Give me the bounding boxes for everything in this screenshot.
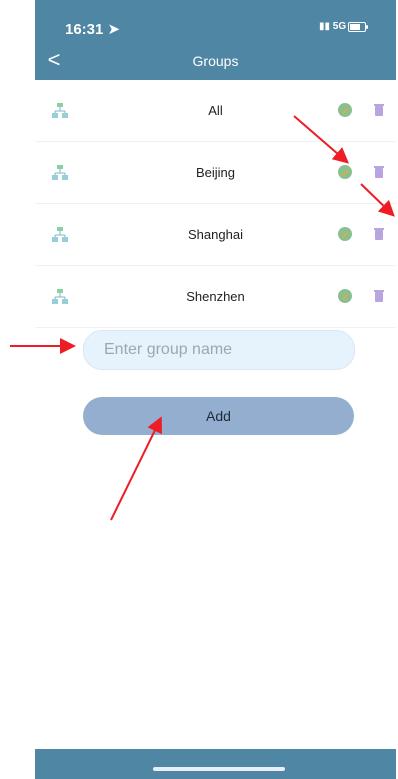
group-row-beijing[interactable]: Beijing [35, 142, 396, 204]
group-name-input[interactable] [84, 331, 354, 369]
status-time-text: 16:31 [65, 21, 104, 38]
edit-icon[interactable] [337, 102, 353, 118]
add-group-button[interactable]: Add [83, 397, 354, 435]
edit-icon[interactable] [337, 164, 353, 180]
page-title: Groups [192, 53, 239, 69]
signal-icon: ▮▮ [319, 21, 331, 32]
trash-icon[interactable] [371, 288, 387, 304]
top-bar: 16:31 ➤ ▮▮ 5G < Groups [35, 0, 396, 80]
location-arrow-icon: ➤ [107, 21, 121, 38]
network-indicator: ▮▮ 5G [319, 21, 346, 32]
group-row-all[interactable]: All [35, 80, 396, 142]
home-indicator [153, 767, 285, 771]
group-row-shenzhen[interactable]: Shenzhen [35, 266, 396, 328]
phone-screen: 16:31 ➤ ▮▮ 5G < Groups All Beijing Shang… [35, 0, 396, 779]
trash-icon[interactable] [371, 164, 387, 180]
groups-list: All Beijing Shanghai Shenzhen [35, 80, 396, 328]
group-row-shanghai[interactable]: Shanghai [35, 204, 396, 266]
edit-icon[interactable] [337, 288, 353, 304]
group-name-input-wrapper [83, 330, 355, 370]
trash-icon[interactable] [371, 226, 387, 242]
network-type: 5G [332, 21, 347, 32]
status-time: 16:31 ➤ [65, 20, 120, 38]
bottom-bar [35, 749, 396, 779]
trash-icon[interactable] [371, 102, 387, 118]
edit-icon[interactable] [337, 226, 353, 242]
battery-icon [348, 22, 368, 32]
